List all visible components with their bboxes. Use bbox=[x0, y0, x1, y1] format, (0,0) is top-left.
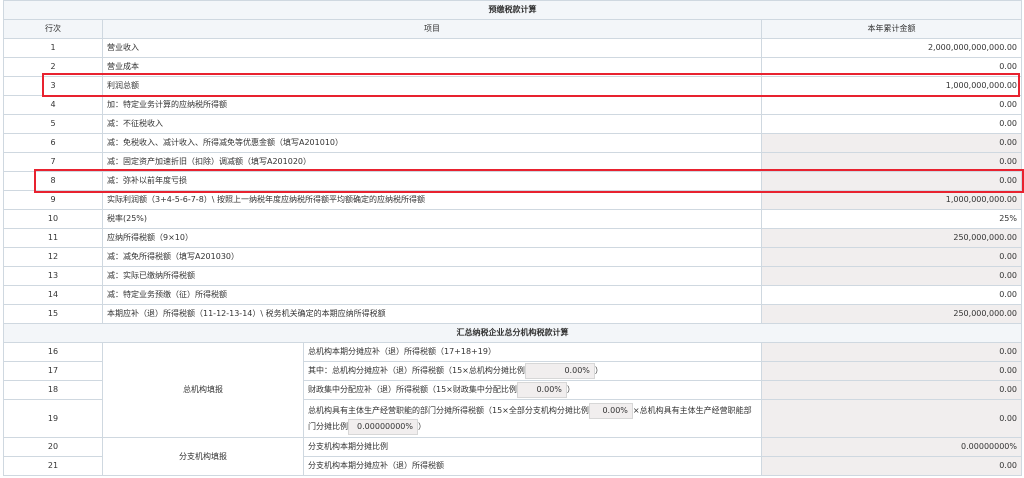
table-row: 3 利润总额 1,000,000,000.00 bbox=[3, 76, 1022, 96]
amount-cell: 0.00 bbox=[761, 342, 1022, 362]
table-row: 5 减：不征税收入 0.00 bbox=[3, 114, 1022, 134]
col-header-item: 项目 bbox=[102, 19, 762, 39]
amount-cell: 0.00 bbox=[761, 152, 1022, 172]
row-item: 减：免税收入、减计收入、所得减免等优惠金额（填写A201010） bbox=[102, 133, 762, 153]
amount-cell[interactable]: 0.00 bbox=[761, 57, 1022, 77]
row-item: 其中：总机构分摊应补（退）所得税额（15×总机构分摊比例 0.00%） bbox=[303, 361, 762, 381]
table-row: 12 减：减免所得税额（填写A201030） 0.00 bbox=[3, 247, 1022, 267]
row-no: 19 bbox=[3, 399, 103, 438]
table-row: 15 本期应补（退）所得税额（11-12-13-14）\ 税务机关确定的本期应纳所… bbox=[3, 304, 1022, 324]
table-row: 10 税率(25%) 25% bbox=[3, 209, 1022, 229]
table-row: 2 营业成本 0.00 bbox=[3, 57, 1022, 77]
amount-cell[interactable]: 0.00 bbox=[761, 114, 1022, 134]
row-item: 分支机构本期分摊应补（退）所得税额 bbox=[303, 456, 762, 476]
row-item-text: ） bbox=[566, 385, 575, 394]
row-item: 总机构本期分摊应补（退）所得税额（17+18+19） bbox=[303, 342, 762, 362]
row-item: 实际利润额（3+4-5-6-7-8）\ 按照上一纳税年度应纳税所得额平均额确定的… bbox=[102, 190, 762, 210]
row-no: 1 bbox=[3, 38, 103, 58]
table-row: 8 减：弥补以前年度亏损 0.00 bbox=[3, 171, 1022, 191]
row-no: 8 bbox=[3, 171, 103, 191]
row-no: 14 bbox=[3, 285, 103, 305]
amount-cell[interactable]: 0.00 bbox=[761, 95, 1022, 115]
row-no: 9 bbox=[3, 190, 103, 210]
section-title-prepaid: 预缴税款计算 bbox=[3, 0, 1022, 20]
row-no: 4 bbox=[3, 95, 103, 115]
table-row: 11 应纳所得税额（9×10） 250,000,000.00 bbox=[3, 228, 1022, 248]
row-no: 10 bbox=[3, 209, 103, 229]
row-item: 减：特定业务预缴（征）所得税额 bbox=[102, 285, 762, 305]
row-item: 本期应补（退）所得税额（11-12-13-14）\ 税务机关确定的本期应纳所得税… bbox=[102, 304, 762, 324]
row-item: 减：减免所得税额（填写A201030） bbox=[102, 247, 762, 267]
col-header-amount: 本年累计金额 bbox=[761, 19, 1022, 39]
row-item: 营业成本 bbox=[102, 57, 762, 77]
row-no: 13 bbox=[3, 266, 103, 286]
row-item: 应纳所得税额（9×10） bbox=[102, 228, 762, 248]
amount-cell: 0.00 bbox=[761, 380, 1022, 400]
hq-ratio-field[interactable]: 0.00% bbox=[524, 363, 595, 379]
row-item: 减：固定资产加速折旧（扣除）调减额（填写A201020） bbox=[102, 152, 762, 172]
row-no: 15 bbox=[3, 304, 103, 324]
row-item: 加：特定业务计算的应纳税所得额 bbox=[102, 95, 762, 115]
amount-cell[interactable]: 2,000,000,000,000.00 bbox=[761, 38, 1022, 58]
table-row: 1 营业收入 2,000,000,000,000.00 bbox=[3, 38, 1022, 58]
row-item: 减：不征税收入 bbox=[102, 114, 762, 134]
table-row: 14 减：特定业务预缴（征）所得税额 0.00 bbox=[3, 285, 1022, 305]
row-no: 12 bbox=[3, 247, 103, 267]
table-row: 9 实际利润额（3+4-5-6-7-8）\ 按照上一纳税年度应纳税所得额平均额确定… bbox=[3, 190, 1022, 210]
row-no: 20 bbox=[3, 437, 103, 457]
amount-cell: 0.00 bbox=[761, 456, 1022, 476]
section-title-consolidated: 汇总纳税企业总分机构税款计算 bbox=[3, 323, 1022, 343]
row-item: 分支机构本期分摊比例 bbox=[303, 437, 762, 457]
dept-ratio-field[interactable]: 0.00000000% bbox=[348, 418, 418, 435]
row-item-text: 财政集中分配应补（退）所得税额（15×财政集中分配比例 bbox=[308, 385, 517, 394]
row-no: 2 bbox=[3, 57, 103, 77]
row-no: 17 bbox=[3, 361, 103, 381]
row-item: 营业收入 bbox=[102, 38, 762, 58]
table-row: 13 减：实际已缴纳所得税额 0.00 bbox=[3, 266, 1022, 286]
amount-cell: 0.00 bbox=[761, 361, 1022, 381]
fiscal-ratio-field[interactable]: 0.00% bbox=[516, 382, 567, 398]
row-no: 21 bbox=[3, 456, 103, 476]
branch-ratio-field[interactable]: 0.00% bbox=[588, 402, 633, 419]
amount-cell[interactable]: 0.00 bbox=[761, 285, 1022, 305]
amount-cell: 0.00000000% bbox=[761, 437, 1022, 457]
col-header-row-no: 行次 bbox=[3, 19, 103, 39]
row-item: 税率(25%) bbox=[102, 209, 762, 229]
amount-cell[interactable]: 1,000,000,000.00 bbox=[761, 76, 1022, 96]
row-no: 5 bbox=[3, 114, 103, 134]
row-item-text: 其中：总机构分摊应补（退）所得税额（15×总机构分摊比例 bbox=[308, 366, 525, 375]
table-row: 6 减：免税收入、减计收入、所得减免等优惠金额（填写A201010） 0.00 bbox=[3, 133, 1022, 153]
row-item: 减：实际已缴纳所得税额 bbox=[102, 266, 762, 286]
amount-cell: 0.00 bbox=[761, 133, 1022, 153]
row-no: 16 bbox=[3, 342, 103, 362]
table-row: 7 减：固定资产加速折旧（扣除）调减额（填写A201020） 0.00 bbox=[3, 152, 1022, 172]
amount-cell: 0.00 bbox=[761, 399, 1022, 438]
group-label-branch: 分支机构填报 bbox=[102, 437, 304, 476]
amount-cell: 0.00 bbox=[761, 247, 1022, 267]
row-item: 减：弥补以前年度亏损 bbox=[102, 171, 762, 191]
group-label-hq: 总机构填报 bbox=[102, 342, 304, 438]
row-item: 利润总额 bbox=[102, 76, 762, 96]
row-no: 11 bbox=[3, 228, 103, 248]
prepaid-tax-table: 预缴税款计算 行次 项目 本年累计金额 1 营业收入 2,000,000,000,0… bbox=[3, 0, 1022, 476]
row-item-text: ） bbox=[594, 366, 603, 375]
row-item-text: ） bbox=[418, 421, 426, 431]
amount-cell: 1,000,000,000.00 bbox=[761, 190, 1022, 210]
row-item: 财政集中分配应补（退）所得税额（15×财政集中分配比例 0.00%） bbox=[303, 380, 762, 400]
table-row: 4 加：特定业务计算的应纳税所得额 0.00 bbox=[3, 95, 1022, 115]
amount-cell[interactable]: 25% bbox=[761, 209, 1022, 229]
amount-cell: 250,000,000.00 bbox=[761, 228, 1022, 248]
row-no: 3 bbox=[3, 76, 103, 96]
tax-form: 预缴税款计算 行次 项目 本年累计金额 1 营业收入 2,000,000,000,0… bbox=[3, 0, 1024, 476]
amount-cell: 250,000,000.00 bbox=[761, 304, 1022, 324]
row-item: 总机构具有主体生产经营职能的部门分摊所得税额（15×全部分支机构分摊比例 0.00… bbox=[303, 399, 762, 438]
amount-cell: 0.00 bbox=[761, 171, 1022, 191]
row-no: 18 bbox=[3, 380, 103, 400]
row-no: 7 bbox=[3, 152, 103, 172]
amount-cell: 0.00 bbox=[761, 266, 1022, 286]
row-no: 6 bbox=[3, 133, 103, 153]
row-item-text: 总机构具有主体生产经营职能的部门分摊所得税额（15×全部分支机构分摊比例 bbox=[308, 405, 589, 415]
